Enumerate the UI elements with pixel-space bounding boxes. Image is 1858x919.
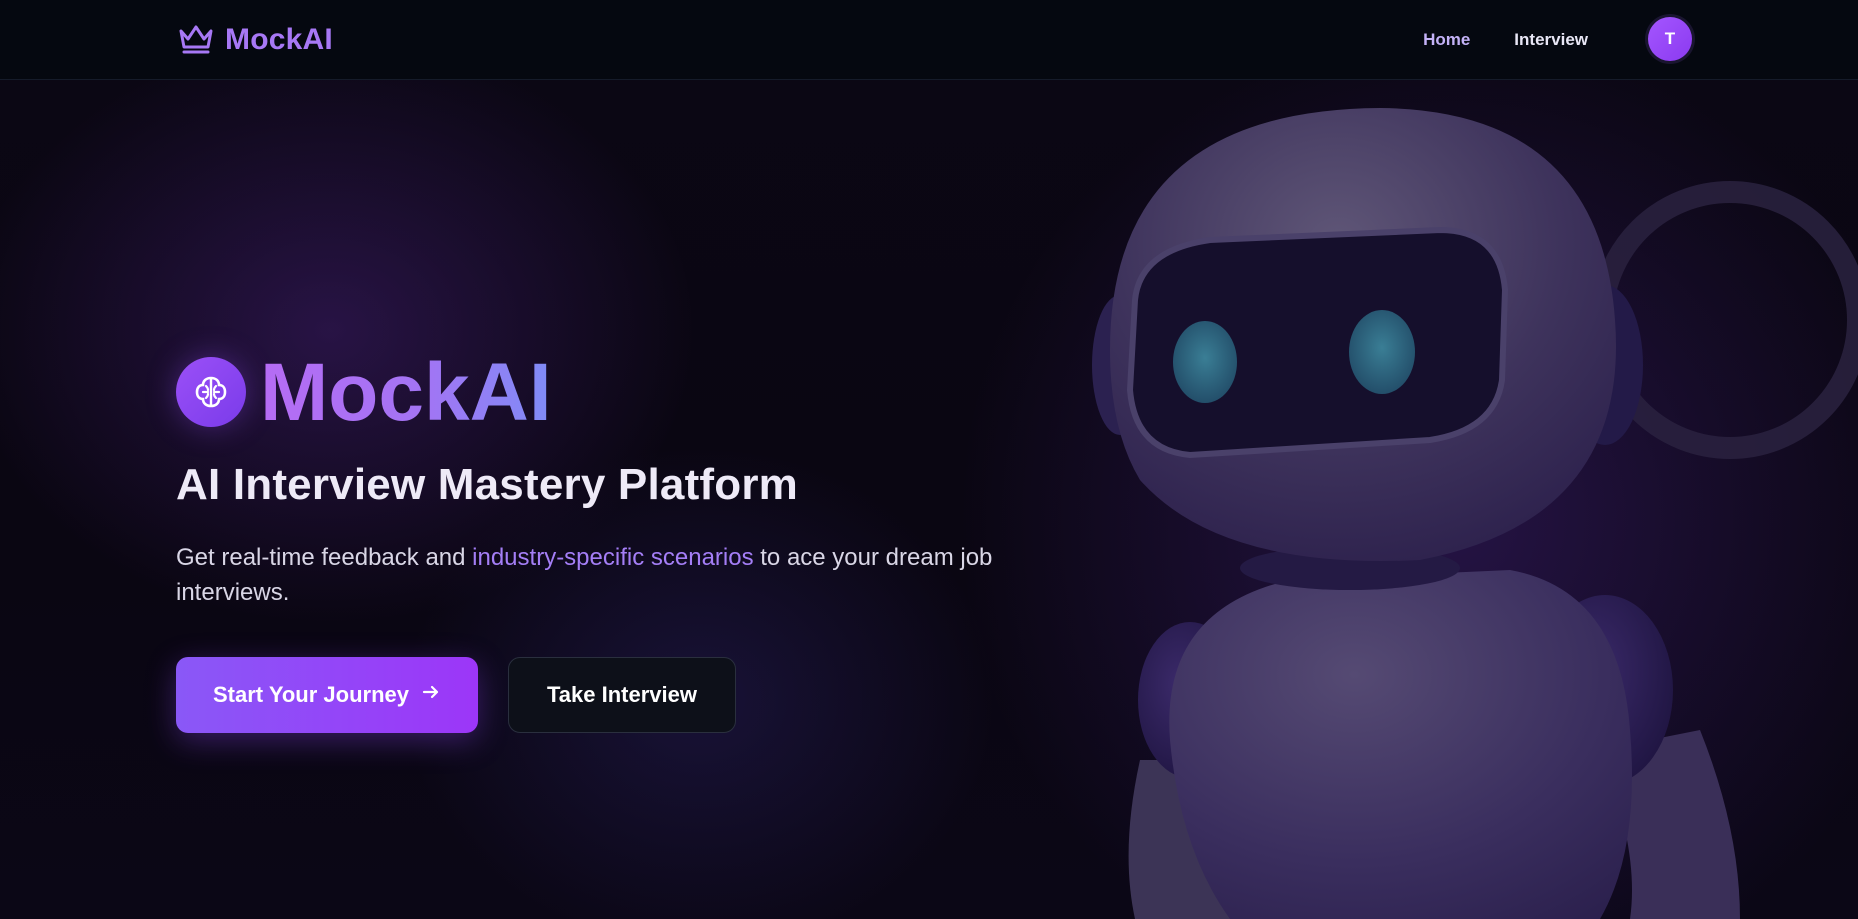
hero-brand: MockAI (176, 350, 1026, 434)
user-avatar[interactable]: T (1645, 14, 1695, 64)
nav-link-interview[interactable]: Interview (1514, 30, 1588, 50)
take-interview-button[interactable]: Take Interview (508, 657, 736, 733)
hero-subtitle: AI Interview Mastery Platform (176, 460, 798, 509)
brand-name: MockAI (225, 23, 333, 56)
avatar-initial: T (1648, 17, 1692, 61)
landing-page: MockAI Home Interview T MockAI AI Interv… (0, 0, 1858, 919)
crown-icon (177, 21, 215, 60)
description-text: Get real-time feedback and (176, 544, 473, 571)
hero-section: MockAI AI Interview Mastery Platform Get… (176, 350, 1026, 610)
hero-title: MockAI (260, 347, 552, 438)
brain-icon (176, 357, 246, 427)
arrow-right-icon (421, 682, 441, 708)
nav-links: Home Interview (1423, 0, 1588, 79)
top-navbar: MockAI Home Interview T (0, 0, 1858, 80)
robot-illustration (1092, 108, 1858, 919)
nav-link-home[interactable]: Home (1423, 30, 1470, 50)
description-highlight: industry-specific scenarios (472, 544, 754, 571)
start-journey-button[interactable]: Start Your Journey (176, 657, 478, 733)
cta-row: Start Your Journey Take Interview (176, 657, 736, 733)
start-journey-label: Start Your Journey (212, 682, 409, 707)
hero-description: Get real-time feedback and industry-spec… (176, 540, 1026, 610)
brand-logo[interactable]: MockAI (177, 20, 333, 60)
